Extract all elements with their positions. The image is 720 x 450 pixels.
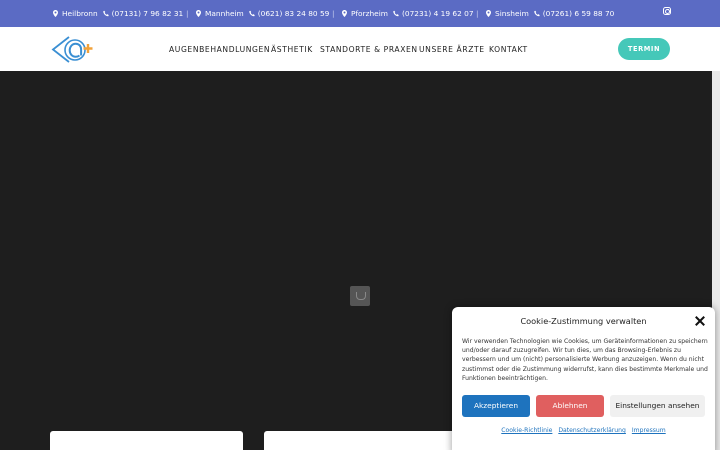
location-phone[interactable]: (0621) 83 24 80 59 <box>258 9 330 18</box>
imprint-link[interactable]: Impressum <box>632 427 666 434</box>
nav-aesthetik[interactable]: ÄSTHETIK <box>271 45 313 54</box>
site-logo[interactable] <box>51 35 97 64</box>
location-mannheim[interactable]: Mannheim (0621) 83 24 80 59 <box>196 9 329 18</box>
location-city: Sinsheim <box>495 9 529 18</box>
location-city: Mannheim <box>205 9 244 18</box>
separator: | <box>186 9 189 18</box>
nav-standorte-praxen[interactable]: STANDORTE & PRAXEN <box>320 45 418 54</box>
separator: | <box>332 9 335 18</box>
location-heilbronn[interactable]: Heilbronn (07131) 7 96 82 31 <box>53 9 183 18</box>
deny-button[interactable]: Ablehnen <box>536 395 604 417</box>
cookie-links: Cookie-Richtlinie Datenschutzerklärung I… <box>452 427 715 434</box>
location-phone[interactable]: (07131) 7 96 82 31 <box>112 9 184 18</box>
top-contact-bar: Heilbronn (07131) 7 96 82 31 | Mannheim … <box>0 0 720 27</box>
location-city: Heilbronn <box>62 9 98 18</box>
map-pin-icon <box>196 10 201 17</box>
instagram-icon[interactable] <box>663 7 671 15</box>
separator: | <box>476 9 479 18</box>
phone-icon <box>534 10 540 17</box>
privacy-policy-link[interactable]: Datenschutzerklärung <box>558 427 626 434</box>
nav-augenbehandlungen[interactable]: AUGENBEHANDLUNGEN <box>169 45 270 54</box>
phone-icon <box>249 10 255 17</box>
info-card <box>50 431 243 450</box>
location-phone[interactable]: (07231) 4 19 62 07 <box>402 9 474 18</box>
nav-kontakt[interactable]: KONTAKT <box>489 45 528 54</box>
cookie-policy-link[interactable]: Cookie-Richtlinie <box>501 427 552 434</box>
video-placeholder-icon[interactable] <box>350 286 370 306</box>
location-phone[interactable]: (07261) 6 59 88 70 <box>543 9 615 18</box>
cookie-dialog-title: Cookie-Zustimmung verwalten <box>520 316 647 326</box>
cookie-consent-dialog: Cookie-Zustimmung verwalten Wir verwende… <box>452 307 715 450</box>
nav-unsere-aerzte[interactable]: UNSERE ÄRZTE <box>419 45 485 54</box>
location-pforzheim[interactable]: Pforzheim (07231) 4 19 62 07 <box>342 9 474 18</box>
termin-button[interactable]: TERMIN <box>618 38 670 60</box>
info-card <box>264 431 456 450</box>
map-pin-icon <box>53 10 58 17</box>
cookie-description: Wir verwenden Technologien wie Cookies, … <box>462 338 708 382</box>
location-sinsheim[interactable]: Sinsheim (07261) 6 59 88 70 <box>486 9 614 18</box>
phone-icon <box>102 10 109 17</box>
phone-icon <box>393 10 399 17</box>
accept-button[interactable]: Akzeptieren <box>462 395 530 417</box>
close-icon[interactable] <box>695 316 705 326</box>
site-header: AUGENBEHANDLUNGEN ÄSTHETIK STANDORTE & P… <box>0 27 720 71</box>
location-city: Pforzheim <box>351 9 388 18</box>
map-pin-icon <box>342 10 347 17</box>
view-settings-button[interactable]: Einstellungen ansehen <box>610 395 705 417</box>
map-pin-icon <box>486 10 491 17</box>
